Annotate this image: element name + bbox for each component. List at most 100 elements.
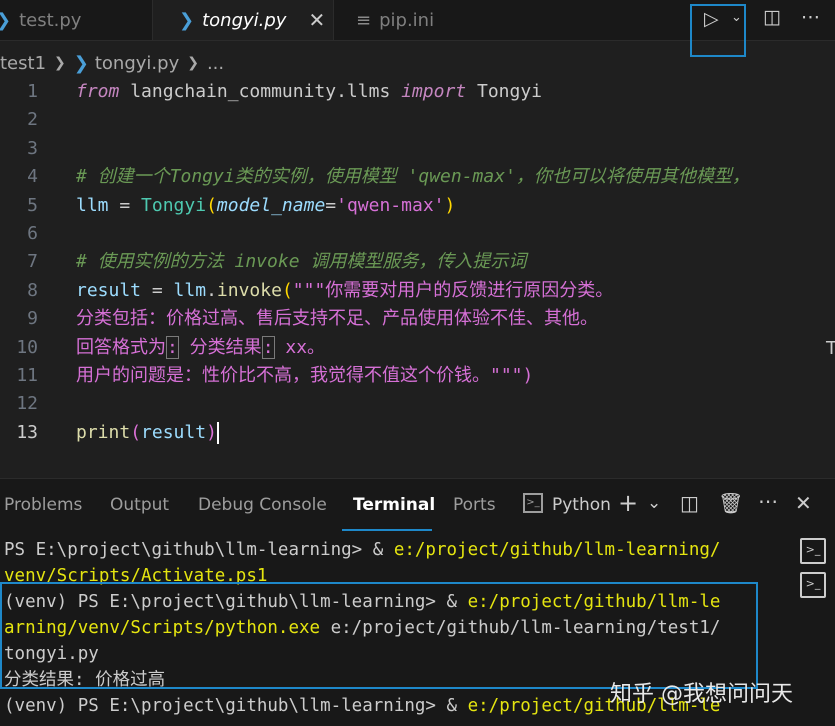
terminal-instance-icon[interactable]: >_ bbox=[800, 538, 826, 564]
close-icon[interactable]: ✕ bbox=[308, 8, 325, 32]
code-line-13: print(result) bbox=[76, 419, 750, 447]
method-name: invoke bbox=[216, 279, 282, 301]
line-number: 6 bbox=[27, 222, 38, 244]
mouse-ibeam-icon: T bbox=[826, 338, 835, 359]
line-number: 11 bbox=[16, 364, 38, 386]
code-line-10-string: 回答格式为: 分类结果: xx。 bbox=[76, 334, 750, 362]
bracket: ( bbox=[206, 194, 217, 216]
chevron-right-icon: ❯ bbox=[54, 55, 66, 71]
bracket: ( bbox=[281, 279, 293, 301]
split-editor-icon[interactable]: ◫ bbox=[763, 6, 781, 28]
more-actions-icon[interactable]: ⋯ bbox=[801, 6, 820, 28]
string-literal: """你需要对用户的反馈进行原因分类。 bbox=[292, 279, 614, 301]
line-number: 5 bbox=[27, 194, 38, 216]
tab-output[interactable]: Output bbox=[110, 495, 169, 515]
line-number: 12 bbox=[16, 393, 38, 415]
terminal-profile-label[interactable]: Python bbox=[552, 495, 611, 515]
panel-tab-bar: Problems Output Debug Console Terminal P… bbox=[0, 479, 835, 537]
code-line-5: llm = Tongyi(model_name='qwen-max') bbox=[76, 192, 750, 220]
code-lines: from langchain_community.llms import Ton… bbox=[76, 78, 750, 447]
parameter: model_name bbox=[216, 194, 326, 216]
line-number: 7 bbox=[27, 251, 38, 273]
code-line-9-string: 分类包括：价格过高、售后支持不足、产品使用体验不佳、其他。 bbox=[76, 308, 598, 330]
terminal-prompt: PS E:\project\github\llm-learning> & bbox=[4, 540, 394, 560]
string-part: xx。 bbox=[274, 336, 326, 358]
line-number: 3 bbox=[27, 137, 38, 159]
string-part: 回答格式为 bbox=[76, 336, 166, 358]
variable: llm bbox=[76, 194, 109, 216]
line-number: 2 bbox=[27, 109, 38, 131]
chevron-right-icon: ❯ bbox=[187, 55, 199, 71]
line-number-current: 13 bbox=[16, 421, 38, 443]
code-line-1: from langchain_community.llms import Ton… bbox=[76, 78, 750, 106]
code-line-4-comment: # 创建一个Tongyi类的实例，使用模型 'qwen-max'，你也可以将使用… bbox=[76, 166, 750, 188]
variable: result bbox=[141, 421, 207, 443]
terminal-prompt: (venv) PS E:\project\github\llm-learning… bbox=[4, 696, 468, 716]
python-file-icon: ❯ bbox=[73, 52, 89, 74]
code-line-7-comment: # 使用实例的方法 invoke 调用模型服务，传入提示词 bbox=[76, 251, 527, 273]
line-number: 9 bbox=[27, 308, 38, 330]
line-number: 10 bbox=[16, 336, 38, 358]
bracket: ) bbox=[206, 421, 217, 443]
breadcrumb-more[interactable]: ... bbox=[207, 53, 224, 74]
trash-icon[interactable]: 🗑 bbox=[718, 491, 743, 515]
tab-test-py[interactable]: ❯ test.py bbox=[0, 0, 152, 40]
python-file-icon: ❯ bbox=[179, 9, 195, 31]
operator: = bbox=[325, 194, 337, 216]
operator: = bbox=[141, 279, 174, 301]
function-name: print bbox=[76, 421, 131, 443]
tab-ports[interactable]: Ports bbox=[453, 495, 496, 515]
split-terminal-icon[interactable]: ◫ bbox=[680, 491, 699, 515]
terminal-list: >_ >_ bbox=[800, 538, 826, 606]
tab-label: test.py bbox=[19, 9, 82, 31]
terminal-path: e:/project/github/llm-learning/ bbox=[393, 540, 721, 560]
code-line-11-string: 用户的问题是：性价比不高，我觉得不值这个价钱。""") bbox=[76, 364, 534, 386]
chevron-down-icon[interactable]: ⌄ bbox=[647, 493, 661, 513]
settings-file-icon: ≡ bbox=[356, 9, 372, 31]
tab-tongyi-py[interactable]: ❯ tongyi.py ✕ bbox=[153, 0, 333, 40]
watermark: 知乎 @我想问问天 bbox=[610, 682, 793, 707]
breadcrumb-file[interactable]: tongyi.py bbox=[95, 53, 179, 74]
variable: result bbox=[76, 279, 142, 301]
code-line-8: result = llm.invoke("""你需要对用户的反馈进行原因分类。 bbox=[76, 277, 750, 305]
tab-terminal[interactable]: Terminal bbox=[353, 495, 435, 515]
breadcrumb-folder[interactable]: test1 bbox=[0, 53, 46, 74]
terminal-instance-icon[interactable]: >_ bbox=[800, 572, 826, 598]
active-tab-indicator bbox=[342, 529, 432, 531]
keyword-import: import bbox=[401, 81, 467, 102]
tab-pip-ini[interactable]: ≡ pip.ini bbox=[356, 0, 496, 40]
python-file-icon: ❯ bbox=[0, 10, 11, 31]
breadcrumb: test1 ❯ ❯ tongyi.py ❯ ... bbox=[0, 50, 224, 76]
bracket: ) bbox=[444, 194, 456, 216]
class-name: Tongyi bbox=[466, 81, 543, 102]
add-terminal-icon[interactable]: + bbox=[618, 489, 638, 517]
close-icon[interactable]: ✕ bbox=[795, 491, 812, 515]
output-highlight-box bbox=[0, 582, 758, 689]
run-button-highlight bbox=[690, 4, 746, 57]
operator: . bbox=[206, 279, 217, 301]
tab-problems[interactable]: Problems bbox=[4, 495, 82, 515]
line-number: 4 bbox=[27, 166, 38, 188]
tab-debug-console[interactable]: Debug Console bbox=[198, 495, 327, 515]
bracket: ( bbox=[130, 421, 142, 443]
operator: = bbox=[108, 194, 142, 216]
terminal-icon: >_ bbox=[523, 493, 543, 513]
keyword-from: from bbox=[76, 81, 120, 102]
module-name: langchain_community.llms bbox=[119, 81, 402, 102]
tab-divider bbox=[333, 0, 334, 40]
code-editor[interactable]: 1 2 3 4 5 6 7 8 9 10 11 12 13 from langc… bbox=[0, 78, 835, 463]
tab-label: tongyi.py bbox=[202, 9, 287, 31]
string-part: 分类结果 bbox=[178, 336, 262, 358]
tab-label: pip.ini bbox=[379, 9, 435, 31]
text-cursor bbox=[216, 421, 219, 444]
more-actions-icon[interactable]: ⋯ bbox=[758, 489, 778, 513]
highlighted-colon: : bbox=[261, 335, 275, 359]
variable: llm bbox=[173, 279, 207, 301]
line-number-gutter: 1 2 3 4 5 6 7 8 9 10 11 12 13 bbox=[0, 78, 38, 447]
line-number: 1 bbox=[27, 81, 38, 102]
line-number: 8 bbox=[27, 279, 38, 301]
